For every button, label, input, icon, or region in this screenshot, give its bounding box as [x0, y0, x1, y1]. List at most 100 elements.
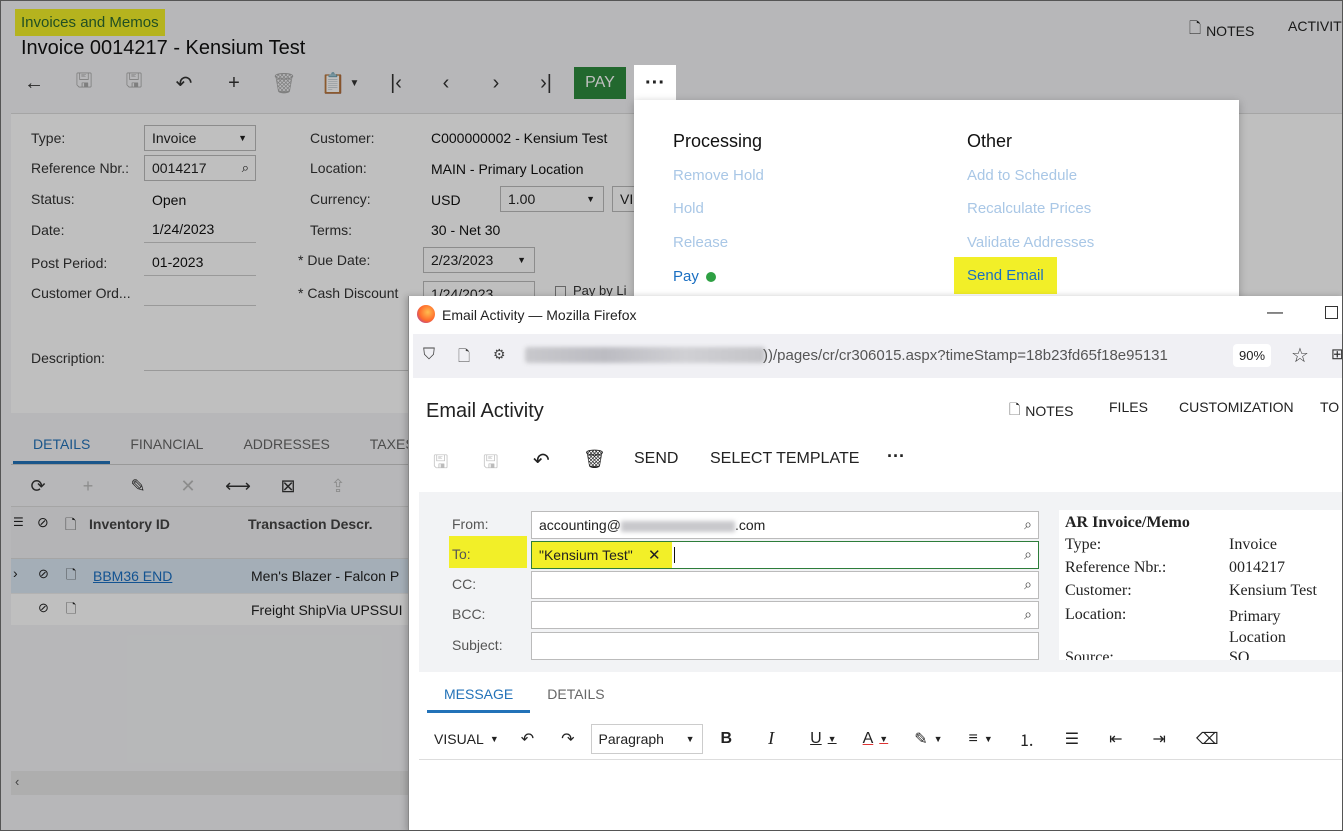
document-icon[interactable]: 🗋	[66, 566, 76, 588]
menu-item-recalculate-prices[interactable]: Recalculate Prices	[967, 200, 1091, 217]
post-period-input[interactable]: 01-2023	[144, 249, 256, 276]
files-button[interactable]: FILES	[1109, 399, 1148, 415]
save-close-icon[interactable]: 🖫	[433, 450, 448, 480]
more-actions-button[interactable]: ···	[887, 446, 905, 467]
search-icon[interactable]: ⌕	[1024, 576, 1032, 593]
inventory-id-header[interactable]: Inventory ID	[89, 516, 170, 532]
italic-icon[interactable]: I	[768, 724, 774, 754]
remove-chip-icon[interactable]: ✕	[648, 546, 661, 564]
add-row-icon[interactable]: +	[63, 476, 113, 497]
clear-format-icon[interactable]: ⌫	[1196, 724, 1219, 754]
refresh-icon[interactable]: ⟳	[13, 476, 63, 497]
notes-button[interactable]: 🗋 NOTES	[1009, 399, 1074, 423]
currency-rate-select[interactable]: 1.00 ▼	[500, 186, 604, 212]
numbered-list-icon[interactable]: ⒈	[1019, 724, 1035, 754]
delete-icon[interactable]: 🗑	[259, 67, 309, 99]
upload-icon[interactable]: ⇪	[313, 476, 363, 497]
due-date-input[interactable]: 2/23/2023 ▼	[423, 247, 535, 273]
inventory-link[interactable]: BBM36 END	[93, 568, 172, 584]
save-close-icon[interactable]: 🖫	[59, 67, 109, 99]
delete-icon[interactable]: 🗑	[583, 449, 606, 470]
breadcrumb[interactable]: Invoices and Memos	[15, 9, 165, 36]
menu-item-release[interactable]: Release	[673, 234, 728, 251]
from-field[interactable]: accounting@ .com ⌕	[531, 511, 1039, 539]
underline-icon[interactable]: U ▼	[810, 724, 836, 754]
permissions-icon[interactable]: ⚙	[493, 346, 506, 363]
highlight-color-icon[interactable]: ✎ ▼	[914, 724, 942, 754]
tab-message[interactable]: MESSAGE	[427, 678, 531, 713]
bookmark-star-icon[interactable]: ☆	[1291, 343, 1309, 368]
menu-item-add-to-schedule[interactable]: Add to Schedule	[967, 167, 1077, 184]
edit-icon[interactable]: ✎	[113, 476, 163, 497]
bold-icon[interactable]: B	[721, 724, 733, 754]
last-record-icon[interactable]: ›|	[521, 67, 571, 99]
attachment-icon[interactable]: ⊘	[38, 600, 49, 616]
menu-item-pay[interactable]: Pay	[673, 268, 716, 285]
subject-field[interactable]	[531, 632, 1039, 660]
notes-button[interactable]: 🗋 NOTES	[1189, 18, 1254, 43]
copy-paste-icon[interactable]: 📋 ▼	[309, 67, 371, 99]
message-editor[interactable]	[419, 762, 1342, 830]
pay-button[interactable]: PAY	[574, 67, 626, 99]
expand-icon[interactable]: ›	[13, 565, 18, 581]
extensions-icon[interactable]: ⊞	[1331, 345, 1342, 363]
select-template-button[interactable]: SELECT TEMPLATE	[710, 450, 859, 468]
fit-columns-icon[interactable]: ⟷	[213, 476, 263, 497]
search-icon[interactable]: ⌕	[1024, 516, 1032, 533]
table-row[interactable]: ⊘ 🗋 Freight ShipVia UPSSUI	[11, 593, 411, 625]
export-excel-icon[interactable]: ⊠	[263, 476, 313, 497]
undo-icon[interactable]: ↶	[159, 67, 209, 99]
tab-financial[interactable]: FINANCIAL	[110, 426, 223, 464]
cc-field[interactable]: ⌕	[531, 571, 1039, 599]
document-icon[interactable]: 🗋	[66, 600, 76, 622]
align-icon[interactable]: ≡ ▼	[969, 724, 993, 754]
indent-icon[interactable]: ⇥	[1153, 724, 1166, 754]
scroll-left-icon[interactable]: ‹	[15, 774, 19, 789]
location-input[interactable]: MAIN - Primary Location	[431, 161, 583, 177]
activities-button[interactable]: ACTIVITI	[1288, 18, 1342, 34]
minimize-icon[interactable]: —	[1267, 304, 1283, 322]
menu-item-remove-hold[interactable]: Remove Hold	[673, 167, 764, 184]
attachment-icon[interactable]: ⊘	[38, 566, 49, 582]
ref-input[interactable]: 0014217 ⌕	[144, 155, 256, 181]
table-row[interactable]: › ⊘ 🗋 BBM36 END Men's Blazer - Falcon P	[11, 559, 411, 593]
menu-item-send-email[interactable]: Send Email	[954, 257, 1057, 294]
block-format-select[interactable]: Paragraph ▼	[590, 723, 703, 754]
search-icon[interactable]: ⌕	[1024, 606, 1032, 623]
customer-ord-input[interactable]	[144, 281, 256, 306]
recipient-chip[interactable]: "Kensium Test"	[539, 547, 633, 563]
next-icon[interactable]: ›	[471, 67, 521, 99]
type-select[interactable]: Invoice ▼	[144, 125, 256, 151]
font-color-icon[interactable]: A ▼	[863, 724, 889, 754]
visual-mode-select[interactable]: VISUAL ▼	[434, 724, 499, 754]
transaction-descr-header[interactable]: Transaction Descr.	[248, 516, 373, 532]
to-field[interactable]: "Kensium Test" ✕ ⌕	[531, 541, 1039, 569]
window-titlebar[interactable]: Email Activity — Mozilla Firefox —	[409, 296, 1342, 332]
customization-button[interactable]: CUSTOMIZATION	[1179, 399, 1294, 415]
save-icon[interactable]: 🖫	[483, 450, 498, 480]
menu-item-validate-addresses[interactable]: Validate Addresses	[967, 234, 1094, 251]
currency-value[interactable]: USD	[431, 192, 461, 208]
bcc-field[interactable]: ⌕	[531, 601, 1039, 629]
customer-input[interactable]: C000000002 - Kensium Test	[431, 130, 607, 146]
search-icon[interactable]: ⌕	[1024, 546, 1032, 563]
previous-icon[interactable]: ‹	[421, 67, 471, 99]
horizontal-scrollbar[interactable]: ‹	[11, 771, 411, 795]
send-button[interactable]: SEND	[634, 450, 678, 468]
bullet-list-icon[interactable]: ☰	[1065, 724, 1079, 754]
save-icon[interactable]: 🖫	[109, 67, 159, 99]
undo-icon[interactable]: ↶	[533, 448, 550, 473]
maximize-icon[interactable]	[1325, 306, 1338, 319]
menu-item-hold[interactable]: Hold	[673, 200, 704, 217]
first-record-icon[interactable]: |‹	[371, 67, 421, 99]
add-icon[interactable]: +	[209, 67, 259, 99]
outdent-icon[interactable]: ⇤	[1109, 724, 1122, 754]
tab-details[interactable]: DETAILS	[13, 426, 111, 464]
terms-input[interactable]: 30 - Net 30	[431, 222, 500, 238]
date-input[interactable]: 1/24/2023	[144, 216, 256, 243]
back-icon[interactable]: ←	[9, 67, 59, 99]
tab-details[interactable]: DETAILS	[530, 678, 621, 713]
tab-addresses[interactable]: ADDRESSES	[223, 426, 349, 464]
description-input[interactable]	[144, 346, 409, 371]
redo-icon[interactable]: ↷	[561, 724, 574, 754]
